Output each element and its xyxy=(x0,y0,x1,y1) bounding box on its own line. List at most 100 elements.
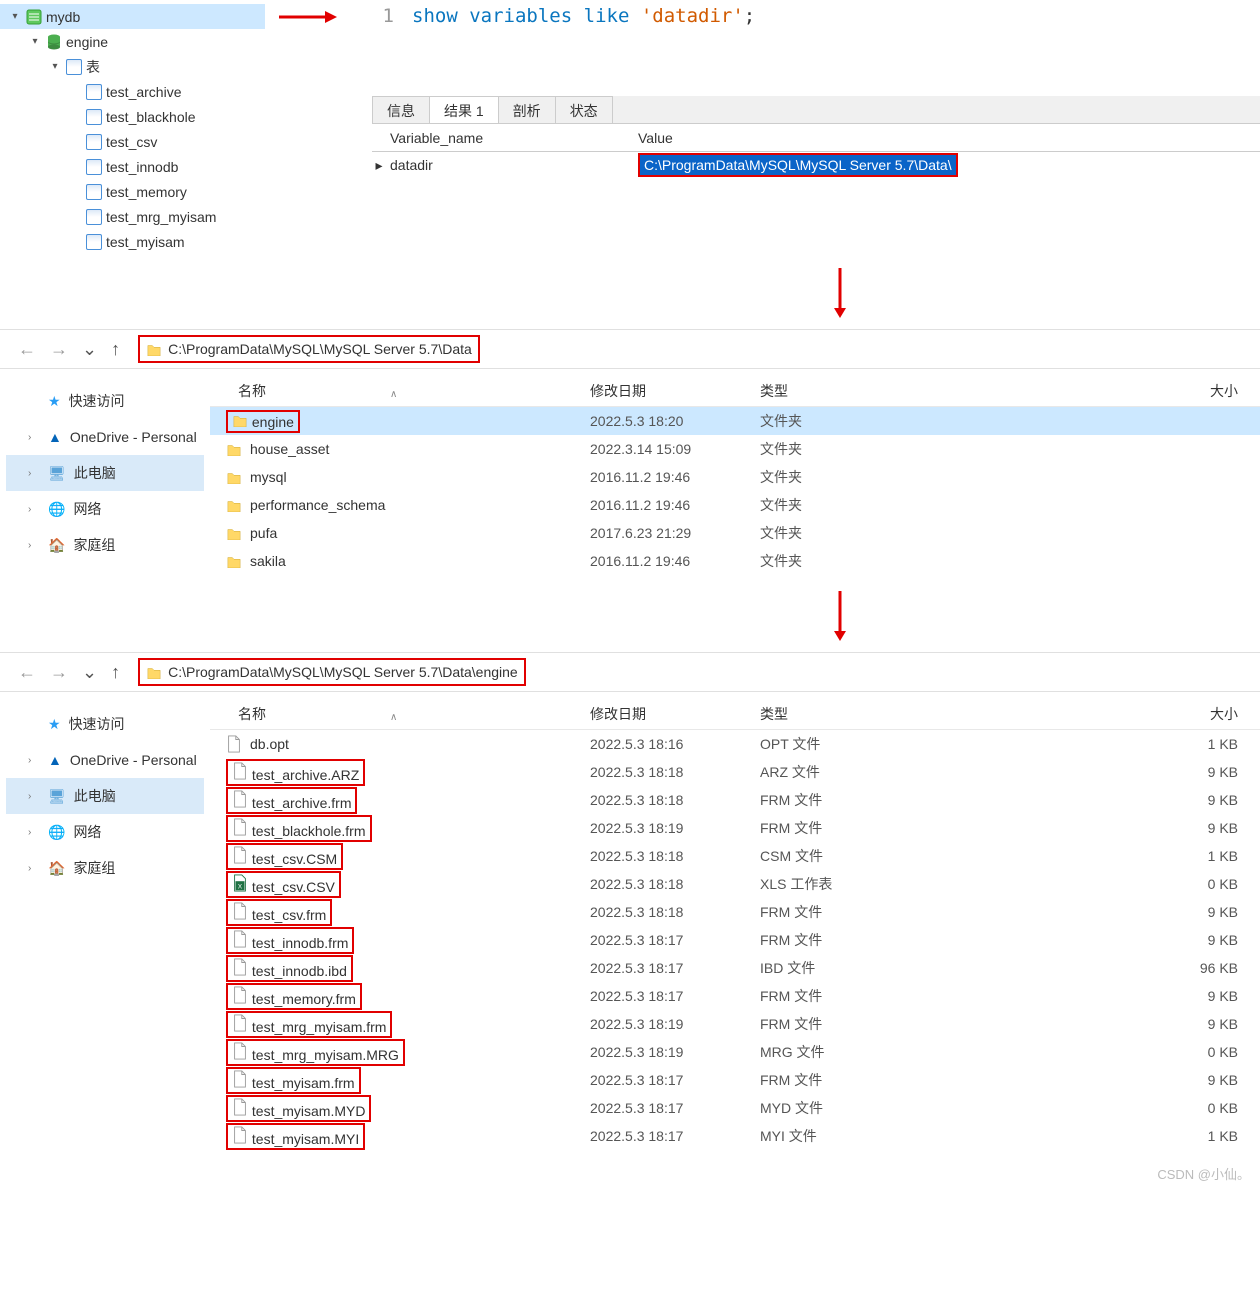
sidebar-label: 此电脑 xyxy=(74,463,116,483)
file-row[interactable]: test_blackhole.frm2022.5.3 18:19FRM 文件9 … xyxy=(210,814,1260,842)
file-name: test_memory.frm xyxy=(252,991,356,1007)
sidebar-homegroup[interactable]: ›🏠家庭组 xyxy=(6,850,204,886)
folder-icon xyxy=(146,342,162,356)
sidebar-network[interactable]: ›🌐网络 xyxy=(6,491,204,527)
file-name: test_csv.frm xyxy=(252,907,326,923)
file-row[interactable]: test_mrg_myisam.frm2022.5.3 18:19FRM 文件9… xyxy=(210,1010,1260,1038)
col-size[interactable]: 大小 xyxy=(930,704,1260,724)
forward-button[interactable]: → xyxy=(50,662,68,683)
col-value[interactable]: Value xyxy=(632,130,1260,146)
tree-table[interactable]: test_innodb xyxy=(0,154,265,179)
file-row[interactable]: test_myisam.MYI2022.5.3 18:17MYI 文件1 KB xyxy=(210,1122,1260,1150)
file-type: FRM 文件 xyxy=(760,902,930,922)
col-type[interactable]: 类型 xyxy=(760,704,930,724)
back-button[interactable]: ← xyxy=(18,339,36,360)
file-row[interactable]: db.opt2022.5.3 18:16OPT 文件1 KB xyxy=(210,730,1260,758)
tree-table[interactable]: test_csv xyxy=(0,129,265,154)
folder-icon xyxy=(226,526,242,540)
col-date[interactable]: 修改日期 xyxy=(590,381,760,401)
file-row[interactable]: performance_schema2016.11.2 19:46文件夹 xyxy=(210,491,1260,519)
file-name: performance_schema xyxy=(250,497,385,513)
file-type: 文件夹 xyxy=(760,523,930,543)
sidebar-onedrive[interactable]: ›▲OneDrive - Personal xyxy=(6,419,204,455)
file-size: 9 KB xyxy=(930,792,1260,808)
folder-icon xyxy=(226,442,242,456)
file-date: 2022.5.3 18:19 xyxy=(590,820,760,836)
sidebar-network[interactable]: ›🌐网络 xyxy=(6,814,204,850)
file-type: FRM 文件 xyxy=(760,1014,930,1034)
file-date: 2016.11.2 19:46 xyxy=(590,553,760,569)
folder-icon xyxy=(146,665,162,679)
file-name: test_innodb.ibd xyxy=(252,963,347,979)
result-row[interactable]: ▸ datadir C:\ProgramData\MySQL\MySQL Ser… xyxy=(372,152,1260,178)
file-row[interactable]: sakila2016.11.2 19:46文件夹 xyxy=(210,547,1260,575)
file-row[interactable]: test_csv.CSM2022.5.3 18:18CSM 文件1 KB xyxy=(210,842,1260,870)
tree-schema[interactable]: ▾ engine xyxy=(0,29,265,54)
address-bar[interactable]: C:\ProgramData\MySQL\MySQL Server 5.7\Da… xyxy=(138,335,480,363)
file-size: 9 KB xyxy=(930,820,1260,836)
tree-table[interactable]: test_mrg_myisam xyxy=(0,204,265,229)
address-bar[interactable]: C:\ProgramData\MySQL\MySQL Server 5.7\Da… xyxy=(138,658,526,686)
tab-info[interactable]: 信息 xyxy=(372,96,430,123)
sidebar-homegroup[interactable]: ›🏠家庭组 xyxy=(6,527,204,563)
chevron-right-icon: › xyxy=(28,540,40,551)
table-name: test_archive xyxy=(106,84,181,100)
file-row[interactable]: test_myisam.frm2022.5.3 18:17FRM 文件9 KB xyxy=(210,1066,1260,1094)
file-row[interactable]: test_csv.CSV2022.5.3 18:18XLS 工作表0 KB xyxy=(210,870,1260,898)
forward-button[interactable]: → xyxy=(50,339,68,360)
file-row[interactable]: test_myisam.MYD2022.5.3 18:17MYD 文件0 KB xyxy=(210,1094,1260,1122)
sidebar-label: OneDrive - Personal xyxy=(70,429,197,445)
col-type[interactable]: 类型 xyxy=(760,381,930,401)
tab-result[interactable]: 结果 1 xyxy=(429,96,499,123)
tree-table[interactable]: test_archive xyxy=(0,79,265,104)
sidebar-this-pc[interactable]: ›🖥此电脑 xyxy=(6,778,204,814)
file-row[interactable]: pufa2017.6.23 21:29文件夹 xyxy=(210,519,1260,547)
file-icon xyxy=(232,762,248,780)
col-size[interactable]: 大小 xyxy=(930,381,1260,401)
file-date: 2022.5.3 18:19 xyxy=(590,1016,760,1032)
file-row[interactable]: test_memory.frm2022.5.3 18:17FRM 文件9 KB xyxy=(210,982,1260,1010)
tree-table[interactable]: test_memory xyxy=(0,179,265,204)
back-button[interactable]: ← xyxy=(18,662,36,683)
col-variable-name[interactable]: Variable_name xyxy=(372,130,632,146)
tree-table[interactable]: test_myisam xyxy=(0,229,265,254)
tab-status[interactable]: 状态 xyxy=(555,96,613,123)
file-row[interactable]: test_archive.ARZ2022.5.3 18:18ARZ 文件9 KB xyxy=(210,758,1260,786)
file-row[interactable]: engine2022.5.3 18:20文件夹 xyxy=(210,407,1260,435)
file-row[interactable]: test_csv.frm2022.5.3 18:18FRM 文件9 KB xyxy=(210,898,1260,926)
sidebar-label: 快速访问 xyxy=(69,714,125,734)
file-row[interactable]: test_archive.frm2022.5.3 18:18FRM 文件9 KB xyxy=(210,786,1260,814)
up-button[interactable]: ↑ xyxy=(111,339,120,360)
recent-button[interactable]: ⌄ xyxy=(82,662,97,683)
sidebar-quick-access[interactable]: ›★快速访问 xyxy=(6,706,204,742)
sidebar-icon: ★ xyxy=(48,716,61,733)
sidebar-quick-access[interactable]: ›★快速访问 xyxy=(6,383,204,419)
col-date[interactable]: 修改日期 xyxy=(590,704,760,724)
tab-profile[interactable]: 剖析 xyxy=(498,96,556,123)
file-icon xyxy=(232,1070,248,1088)
col-name[interactable]: 名称∧ xyxy=(210,704,590,724)
file-row[interactable]: test_innodb.frm2022.5.3 18:17FRM 文件9 KB xyxy=(210,926,1260,954)
file-icon xyxy=(232,1126,248,1144)
tree-table[interactable]: test_blackhole xyxy=(0,104,265,129)
file-type: MRG 文件 xyxy=(760,1042,930,1062)
sidebar-this-pc[interactable]: ›🖥此电脑 xyxy=(6,455,204,491)
file-type: FRM 文件 xyxy=(760,1070,930,1090)
file-row[interactable]: test_mrg_myisam.MRG2022.5.3 18:19MRG 文件0… xyxy=(210,1038,1260,1066)
table-name: test_blackhole xyxy=(106,109,196,125)
up-button[interactable]: ↑ xyxy=(111,662,120,683)
file-date: 2016.11.2 19:46 xyxy=(590,469,760,485)
file-date: 2022.5.3 18:18 xyxy=(590,876,760,892)
file-row[interactable]: house_asset2022.3.14 15:09文件夹 xyxy=(210,435,1260,463)
file-row[interactable]: mysql2016.11.2 19:46文件夹 xyxy=(210,463,1260,491)
line-number: 1 xyxy=(372,5,412,27)
sidebar-onedrive[interactable]: ›▲OneDrive - Personal xyxy=(6,742,204,778)
file-row[interactable]: test_innodb.ibd2022.5.3 18:17IBD 文件96 KB xyxy=(210,954,1260,982)
col-name[interactable]: 名称∧ xyxy=(210,381,590,401)
file-icon xyxy=(232,930,248,948)
file-name: test_myisam.MYD xyxy=(252,1103,366,1119)
recent-button[interactable]: ⌄ xyxy=(82,339,97,360)
sql-editor[interactable]: 1 show variables like 'datadir'; xyxy=(372,0,1260,32)
tree-tables-group[interactable]: ▾ 表 xyxy=(0,54,265,79)
tree-db[interactable]: ▾ mydb xyxy=(0,4,265,29)
